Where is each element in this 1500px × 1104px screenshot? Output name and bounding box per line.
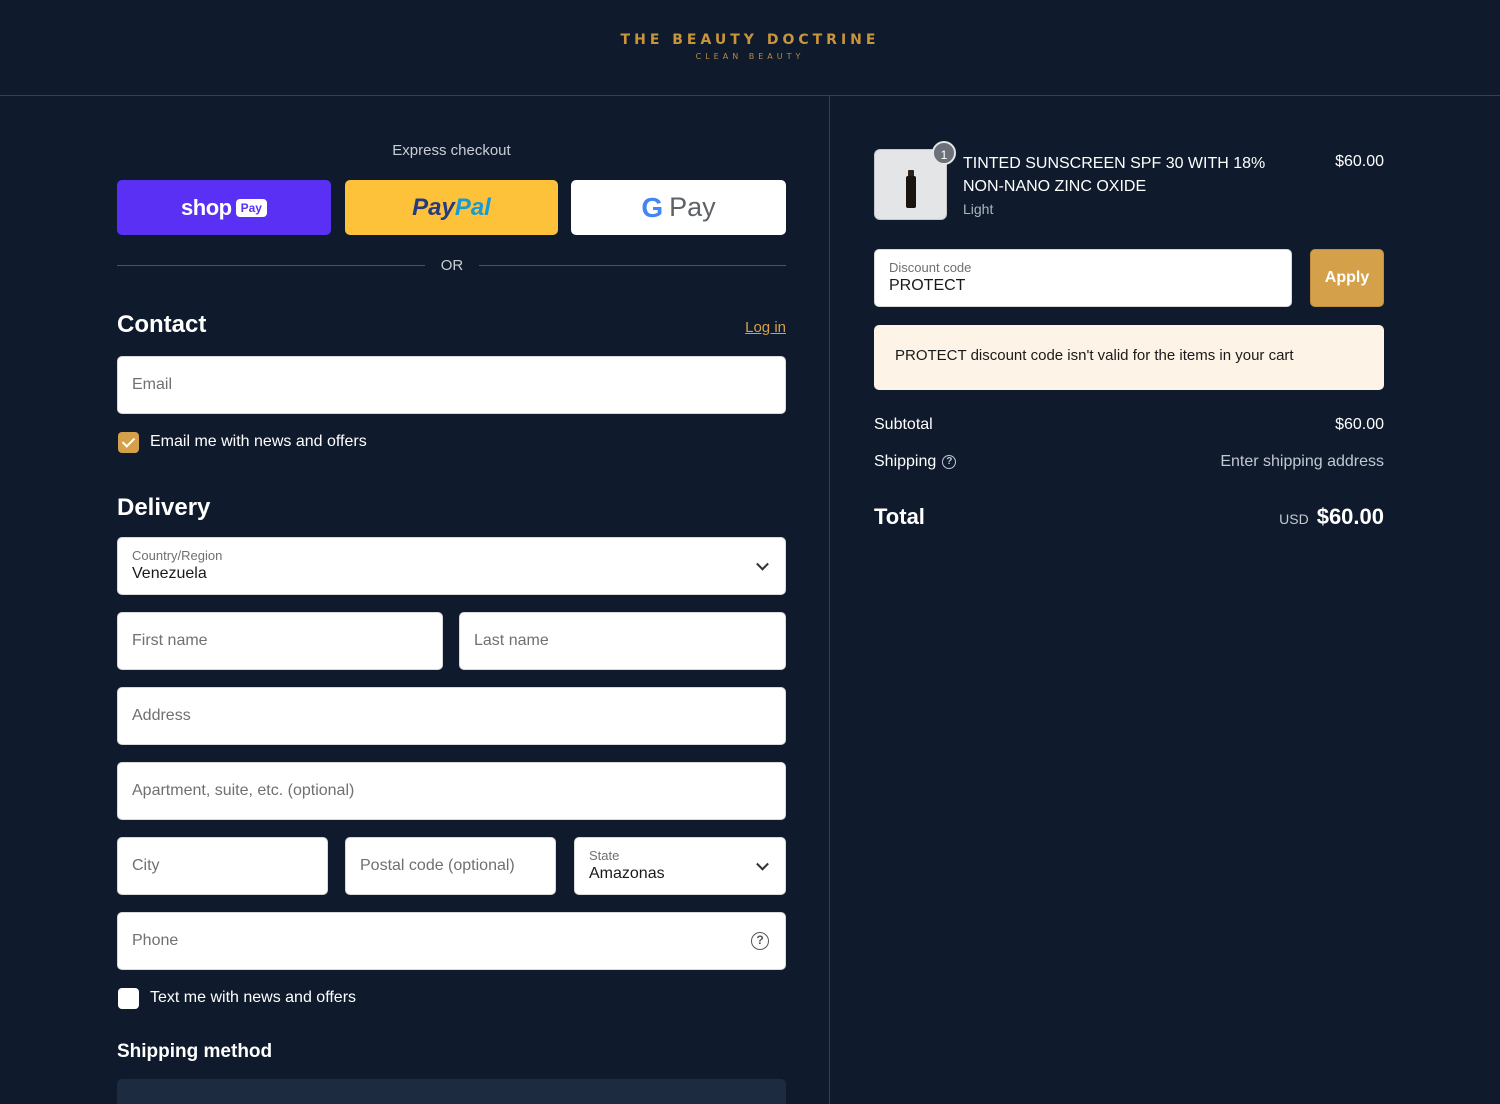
chevron-down-icon <box>756 857 769 871</box>
paypal-logo-pay: Pay <box>412 193 455 221</box>
quantity-badge: 1 <box>932 141 956 165</box>
discount-code-field[interactable]: Discount code PROTECT <box>874 249 1292 307</box>
postal-code-placeholder: Postal code (optional) <box>360 857 515 874</box>
email-placeholder: Email <box>132 376 173 393</box>
discount-code-label: Discount code <box>889 260 972 275</box>
total-label: Total <box>874 504 925 529</box>
city-placeholder: City <box>132 857 160 874</box>
help-icon[interactable]: ? <box>942 454 957 469</box>
first-name-placeholder: First name <box>132 632 208 649</box>
error-text: discount code isn't valid for the items … <box>966 347 1294 364</box>
first-name-field[interactable]: First name <box>117 612 443 670</box>
subtotal-label: Subtotal <box>874 416 933 433</box>
total-currency: USD <box>1279 511 1309 527</box>
google-pay-button[interactable]: G Pay <box>571 180 786 235</box>
or-divider-left <box>117 265 425 266</box>
total-value: $60.00 <box>1316 504 1384 529</box>
discount-error-message: PROTECT discount code isn't valid for th… <box>874 325 1384 390</box>
phone-field[interactable]: Phone ? <box>117 912 786 970</box>
header: THE BEAUTY DOCTRINE CLEAN BEAUTY <box>0 0 1500 96</box>
country-value: Venezuela <box>132 565 207 582</box>
error-code: PROTECT <box>895 347 967 364</box>
discount-code-value: PROTECT <box>889 277 966 294</box>
brand-tagline: CLEAN BEAUTY <box>695 52 805 61</box>
shipping-method-panel <box>117 1079 786 1104</box>
apply-discount-button[interactable]: Apply <box>1310 249 1384 307</box>
help-icon[interactable]: ? <box>751 932 769 950</box>
delivery-title: Delivery <box>117 494 211 521</box>
google-g-icon: G <box>641 191 664 223</box>
shop-pay-badge: Pay <box>235 198 267 217</box>
shipping-value: Enter shipping address <box>1220 453 1384 470</box>
apartment-field[interactable]: Apartment, suite, etc. (optional) <box>117 762 786 820</box>
google-pay-label: Pay <box>669 192 716 222</box>
shipping-method-title: Shipping method <box>117 1041 273 1062</box>
email-field[interactable]: Email <box>117 356 786 414</box>
column-divider <box>829 96 830 1104</box>
postal-code-field[interactable]: Postal code (optional) <box>345 837 556 895</box>
product-variant: Light <box>963 201 994 217</box>
product-name: TINTED SUNSCREEN SPF 30 WITH 18% NON-NAN… <box>963 155 1266 195</box>
or-divider-right <box>479 265 786 266</box>
bottle-graphic <box>906 176 916 208</box>
text-news-checkbox[interactable] <box>118 988 139 1009</box>
chevron-down-icon <box>756 557 769 571</box>
paypal-button[interactable]: Pay Pal <box>345 180 558 235</box>
login-link[interactable]: Log in <box>726 319 786 336</box>
state-select[interactable]: State Amazonas <box>574 837 786 895</box>
shipping-label: Shipping <box>874 453 937 470</box>
phone-placeholder: Phone <box>132 932 179 949</box>
or-divider-text: OR <box>440 257 464 274</box>
country-label: Country/Region <box>132 548 223 563</box>
address-placeholder: Address <box>132 707 191 724</box>
state-value: Amazonas <box>589 865 665 882</box>
state-label: State <box>589 848 620 863</box>
city-field[interactable]: City <box>117 837 328 895</box>
brand-logo[interactable]: THE BEAUTY DOCTRINE <box>0 32 1500 48</box>
last-name-placeholder: Last name <box>474 632 549 649</box>
email-news-checkbox[interactable] <box>118 432 139 453</box>
country-select[interactable]: Country/Region Venezuela <box>117 537 786 595</box>
product-price: $60.00 <box>1335 153 1384 170</box>
express-checkout-label: Express checkout <box>392 142 511 159</box>
subtotal-value: $60.00 <box>1335 416 1384 433</box>
last-name-field[interactable]: Last name <box>459 612 786 670</box>
paypal-logo-pal: Pal <box>454 193 491 221</box>
email-news-label: Email me with news and offers <box>150 433 367 450</box>
contact-title: Contact <box>117 311 207 338</box>
text-news-label: Text me with news and offers <box>150 989 357 1006</box>
shop-pay-button[interactable]: shop Pay <box>117 180 331 235</box>
total-row: USD $60.00 <box>1180 504 1384 530</box>
shop-pay-logo: shop <box>181 194 232 220</box>
shipping-row-label: Shipping? <box>874 453 957 471</box>
apartment-placeholder: Apartment, suite, etc. (optional) <box>132 782 355 799</box>
address-field[interactable]: Address <box>117 687 786 745</box>
